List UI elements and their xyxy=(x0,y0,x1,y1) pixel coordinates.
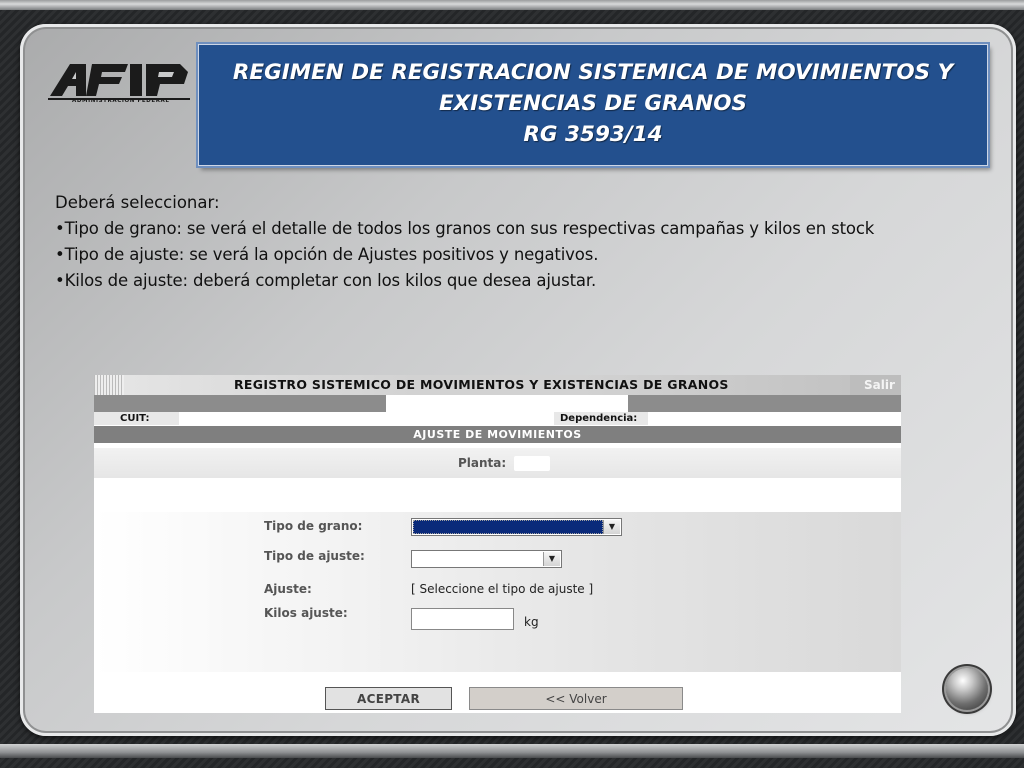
chevron-down-icon[interactable]: ▼ xyxy=(543,552,560,566)
kg-unit-label: kg xyxy=(524,615,539,629)
tipo-grano-label: Tipo de grano: xyxy=(264,519,363,533)
fields-area: Tipo de grano: ▼ Tipo de ajuste: ▼ Ajust… xyxy=(94,512,901,672)
form-title: REGISTRO SISTEMICO DE MOVIMIENTOS Y EXIS… xyxy=(234,377,729,392)
bullet-kilos-ajuste: Kilos de ajuste: deberá completar con lo… xyxy=(55,268,1005,294)
kilos-ajuste-label: Kilos ajuste: xyxy=(264,606,348,620)
navigation-orb-icon[interactable] xyxy=(946,668,988,710)
info-bar-left xyxy=(94,395,386,412)
salir-link[interactable]: Salir xyxy=(850,375,901,395)
ajuste-value: [ Seleccione el tipo de ajuste ] xyxy=(411,582,594,596)
tipo-grano-select[interactable]: ▼ xyxy=(411,518,622,536)
header-stripes xyxy=(94,375,124,395)
bottom-metal-bar xyxy=(0,744,1024,758)
logo-subtitle: ADMINISTRACION FEDERAL xyxy=(72,98,170,104)
bullet-tipo-grano: Tipo de grano: se verá el detalle de tod… xyxy=(55,216,1005,242)
slide-title-line-3: RG 3593/14 xyxy=(523,122,663,147)
slide-title-box: REGIMEN DE REGISTRACION SISTEMICA DE MOV… xyxy=(198,44,988,166)
embedded-form-screenshot: REGISTRO SISTEMICO DE MOVIMIENTOS Y EXIS… xyxy=(94,375,901,713)
aceptar-button[interactable]: ACEPTAR xyxy=(325,687,452,710)
bullet-tipo-ajuste: Tipo de ajuste: se verá la opción de Aju… xyxy=(55,242,1005,268)
planta-value-redacted xyxy=(514,456,550,471)
slide-title-line-1: REGIMEN DE REGISTRACION SISTEMICA DE MOV… xyxy=(232,60,954,85)
volver-button[interactable]: << Volver xyxy=(469,687,683,710)
slide-description: Deberá seleccionar: Tipo de grano: se ve… xyxy=(55,190,1005,294)
top-metal-bar xyxy=(0,0,1024,10)
kilos-ajuste-input[interactable] xyxy=(411,608,514,630)
info-bar-right xyxy=(628,395,901,412)
ajuste-label: Ajuste: xyxy=(264,582,312,596)
slide-title-line-2: EXISTENCIAS DE GRANOS xyxy=(438,91,748,116)
planta-row: Planta: xyxy=(94,448,901,478)
cuit-row: CUIT: Dependencia: xyxy=(94,412,901,426)
planta-label: Planta: xyxy=(458,456,507,470)
section-title: AJUSTE DE MOVIMIENTOS xyxy=(94,426,901,443)
tipo-grano-selected xyxy=(413,520,603,534)
info-row xyxy=(94,395,901,412)
dependencia-label: Dependencia: xyxy=(554,412,648,425)
tipo-ajuste-select[interactable]: ▼ xyxy=(411,550,562,568)
form-header: REGISTRO SISTEMICO DE MOVIMIENTOS Y EXIS… xyxy=(94,375,901,395)
tipo-ajuste-label: Tipo de ajuste: xyxy=(264,549,365,563)
intro-text: Deberá seleccionar: xyxy=(55,193,220,212)
cuit-label: CUIT: xyxy=(94,412,179,425)
chevron-down-icon[interactable]: ▼ xyxy=(603,520,620,534)
tipo-ajuste-selected xyxy=(413,552,543,566)
